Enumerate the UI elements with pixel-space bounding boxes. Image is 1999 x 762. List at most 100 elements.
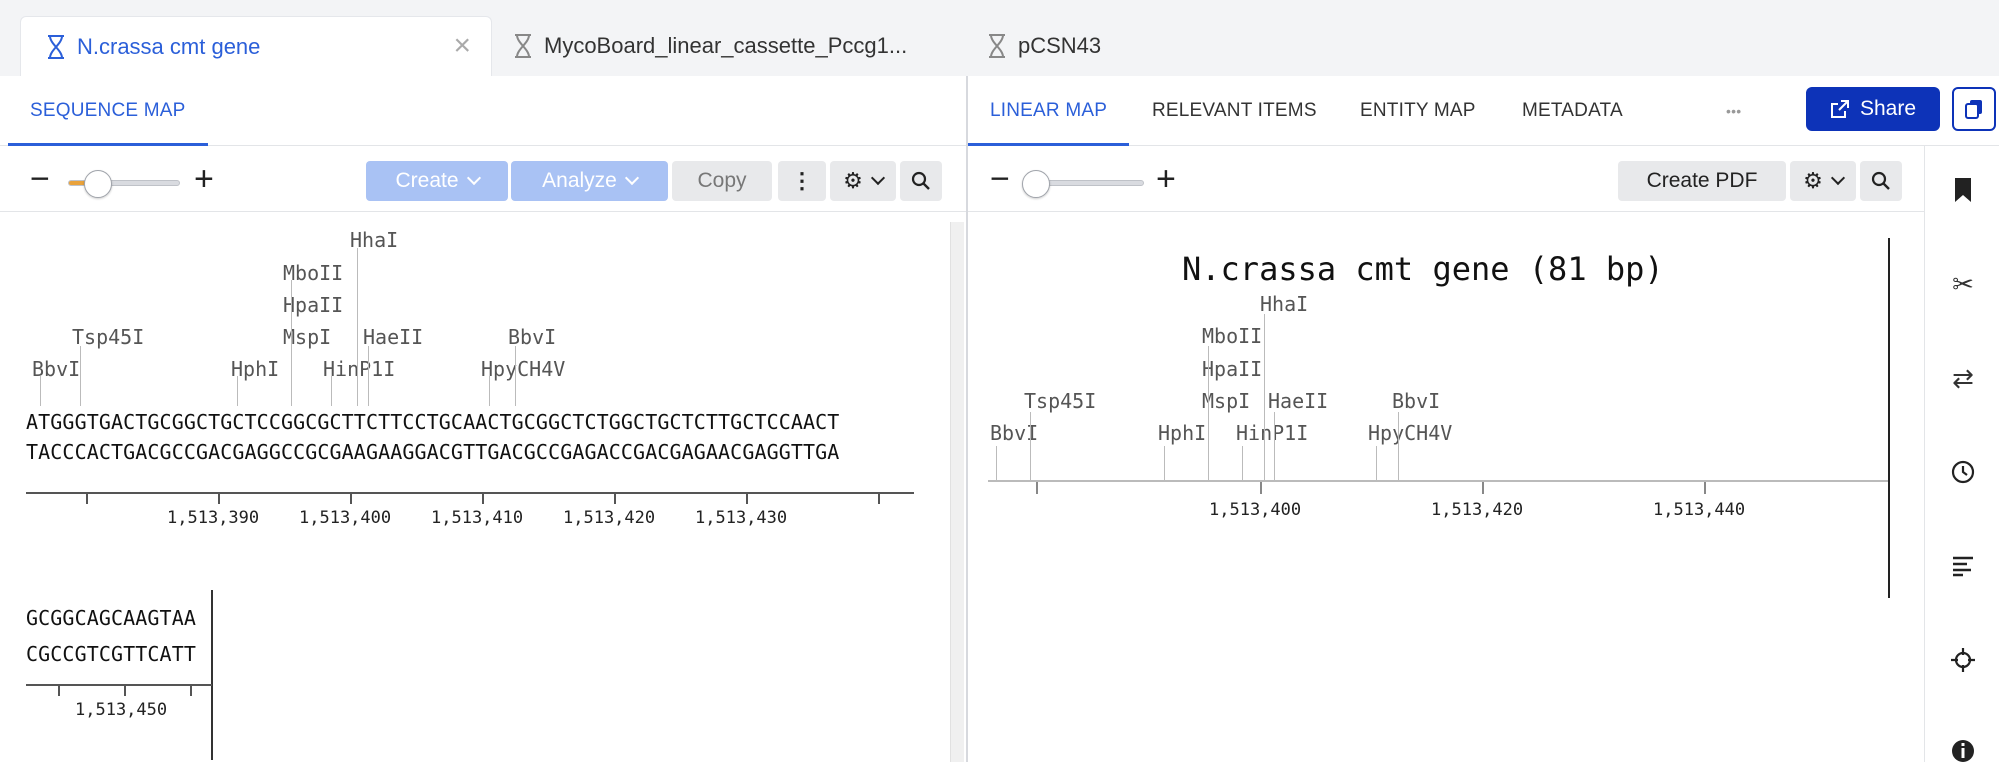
dna-icon [48, 34, 64, 59]
ruler-tick [614, 492, 616, 504]
sequence-end-marker [211, 590, 213, 760]
ruler-label: 1,513,420 [563, 508, 656, 528]
copy-link-button[interactable] [1952, 87, 1996, 131]
settings-button[interactable]: ⚙ [830, 161, 896, 201]
create-pdf-button[interactable]: Create PDF [1618, 161, 1786, 201]
sequence-bottom-strand[interactable]: TACCCACTGACGCCGACGAGGCCGCGAAGAAGGACGTTGA… [26, 440, 839, 464]
dna-icon [515, 34, 531, 58]
tab-sequence-map[interactable]: SEQUENCE MAP [8, 76, 208, 146]
copy-button[interactable]: Copy [672, 161, 772, 201]
tab-mycoboard-cassette[interactable]: MycoBoard_linear_cassette_Pccg1... [512, 16, 962, 76]
info-icon[interactable] [1947, 738, 1979, 762]
enzyme-label[interactable]: Tsp45I [72, 325, 144, 349]
cut-site-line [1274, 412, 1275, 482]
analyze-button[interactable]: Analyze [511, 161, 668, 201]
tab-label: pCSN43 [1018, 33, 1102, 58]
search-icon [1871, 171, 1890, 190]
ruler-tick [190, 684, 192, 696]
sequence-top-strand[interactable]: ATGGGTGACTGCGGCTGCTCCGGCGCTTCTTCCTGCAACT… [26, 410, 839, 434]
map-end-marker [1888, 238, 1890, 598]
more-options-icon[interactable]: ⋮ [778, 161, 826, 201]
cut-site-line [515, 346, 516, 406]
ruler-label: 1,513,400 [299, 508, 392, 528]
ruler-tick [746, 492, 748, 504]
enzyme-label[interactable]: BbvI [1392, 389, 1440, 413]
cut-site-line [357, 248, 358, 406]
enzyme-label[interactable]: MboII [1202, 324, 1262, 348]
tab-entity-map[interactable]: ENTITY MAP [1360, 76, 1476, 146]
vertical-scrollbar[interactable] [950, 222, 964, 762]
zoom-slider-thumb[interactable] [84, 170, 112, 198]
gear-icon: ⚙ [1803, 168, 1823, 193]
right-tool-rail: ✂ ⇄ [1924, 146, 1999, 762]
scissors-icon[interactable]: ✂ [1947, 268, 1979, 300]
dna-icon [989, 34, 1005, 58]
share-label: Share [1859, 97, 1917, 120]
left-subtabs: SEQUENCE MAP [0, 76, 966, 146]
enzyme-label[interactable]: MboII [283, 261, 343, 285]
enzyme-label[interactable]: HinP1I [323, 357, 395, 381]
enzyme-label[interactable]: Tsp45I [1024, 389, 1096, 413]
ruler-tick [58, 684, 60, 696]
sequence-top-strand[interactable]: GCGGCAGCAAGTAA [26, 606, 196, 630]
sequence-bottom-strand[interactable]: CGCCGTCGTTCATT [26, 642, 196, 666]
axis-tick [1482, 482, 1484, 494]
axis-label: 1,513,420 [1431, 500, 1524, 520]
ruler-tick [350, 492, 352, 504]
tab-relevant-items[interactable]: RELEVANT ITEMS [1152, 76, 1317, 146]
ruler-tick [218, 492, 220, 504]
cut-site-line [40, 376, 41, 406]
tab-linear-map[interactable]: LINEAR MAP [968, 76, 1130, 146]
external-link-icon [1830, 100, 1849, 118]
history-icon[interactable] [1947, 456, 1979, 488]
linear-axis [988, 480, 1888, 482]
zoom-slider-thumb[interactable] [1022, 170, 1050, 198]
cut-site-line [368, 346, 369, 406]
axis-tick [1704, 482, 1706, 494]
cut-site-line [331, 376, 332, 406]
copy-icon [1965, 100, 1982, 119]
enzyme-label[interactable]: HaeII [1268, 389, 1328, 413]
bookmark-icon[interactable] [1947, 174, 1979, 206]
tab-label: N.crassa cmt gene [77, 33, 261, 59]
tab-metadata[interactable]: METADATA [1522, 76, 1623, 146]
tab-pcsn43[interactable]: pCSN43 [986, 16, 1166, 76]
enzyme-label[interactable]: HpaII [283, 293, 343, 317]
target-icon[interactable] [1947, 644, 1979, 676]
cut-site-line [1398, 412, 1399, 482]
enzyme-label[interactable]: HpaII [1202, 357, 1262, 381]
enzyme-label[interactable]: HinP1I [1236, 421, 1308, 445]
zoom-out-button[interactable]: − [30, 160, 50, 198]
enzyme-label[interactable]: HphI [231, 357, 279, 381]
chevron-down-icon [624, 170, 639, 186]
enzyme-label[interactable]: HphI [1158, 421, 1206, 445]
enzyme-label[interactable]: HaeII [363, 325, 423, 349]
gear-icon: ⚙ [843, 168, 863, 193]
cut-site-line [1030, 412, 1031, 482]
enzyme-label[interactable]: MspI [1202, 389, 1250, 413]
swap-icon[interactable]: ⇄ [1947, 362, 1979, 394]
enzyme-label[interactable]: HpyCH4V [1368, 421, 1452, 445]
cut-site-line [237, 376, 238, 406]
cut-site-line [1264, 314, 1265, 482]
tab-ncrassa-cmt-gene[interactable]: N.crassa cmt gene × [20, 16, 492, 76]
settings-button[interactable]: ⚙ [1790, 161, 1856, 201]
search-button[interactable] [1860, 161, 1902, 201]
close-tab-icon[interactable]: × [453, 31, 471, 61]
align-icon[interactable] [1947, 550, 1979, 582]
ruler-tick [878, 492, 880, 504]
axis-label: 1,513,440 [1653, 500, 1746, 520]
zoom-in-button[interactable]: + [1156, 160, 1176, 198]
search-button[interactable] [900, 161, 942, 201]
sequence-toolbar: − + Create Analyze Copy ⋮ ⚙ [0, 146, 966, 212]
zoom-out-button[interactable]: − [990, 160, 1010, 198]
enzyme-label[interactable]: HhaI [1260, 292, 1308, 316]
cut-site-line [291, 280, 292, 406]
tab-label: MycoBoard_linear_cassette_Pccg1... [544, 33, 908, 58]
share-button[interactable]: Share [1806, 87, 1940, 131]
create-button[interactable]: Create [366, 161, 508, 201]
zoom-in-button[interactable]: + [194, 160, 214, 198]
enzyme-label[interactable]: HpyCH4V [481, 357, 565, 381]
more-tabs-button[interactable]: ••• [1726, 76, 1741, 146]
ruler-label: 1,513,390 [167, 508, 260, 528]
